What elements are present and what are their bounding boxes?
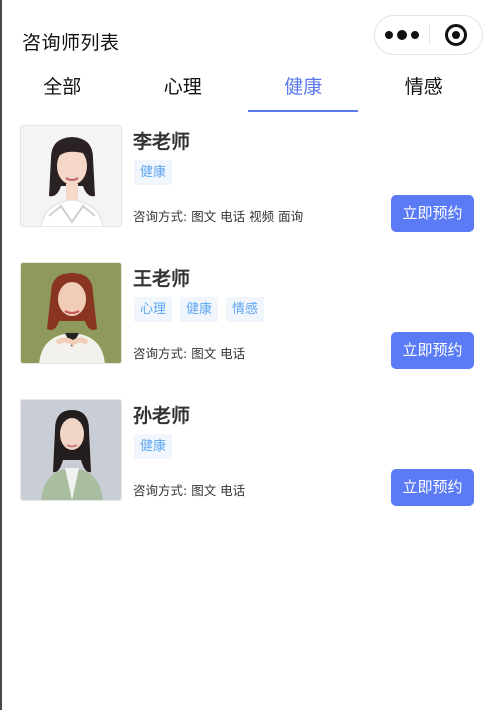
book-now-button[interactable]: 立即预约 (391, 469, 474, 506)
page-title: 咨询师列表 (22, 32, 120, 54)
tab-health[interactable]: 健康 (243, 66, 364, 112)
counselor-tags: 健康 (134, 434, 173, 459)
consult-method-value: 图文 电话 视频 面询 (191, 209, 304, 224)
consult-method: 咨询方式: 图文 电话 (133, 343, 245, 362)
book-now-button[interactable]: 立即预约 (391, 195, 474, 232)
consult-method-value: 图文 电话 (191, 483, 246, 498)
counselor-photo (20, 399, 122, 501)
nav-bar: 咨询师列表 (2, 0, 484, 66)
mini-program-capsule (374, 15, 483, 55)
target-close-icon[interactable] (430, 16, 482, 54)
counselor-tag: 情感 (226, 297, 265, 322)
counselor-photo (20, 262, 122, 364)
consult-method-label: 咨询方式: (133, 346, 188, 361)
counselor-name: 李老师 (133, 131, 191, 153)
consult-method: 咨询方式: 图文 电话 (133, 480, 245, 499)
consult-method-value: 图文 电话 (191, 346, 246, 361)
counselor-tag: 健康 (134, 434, 173, 459)
tab-all[interactable]: 全部 (2, 66, 123, 112)
consult-method: 咨询方式: 图文 电话 视频 面询 (133, 206, 303, 225)
counselor-tag: 心理 (134, 297, 173, 322)
counselor-tag: 健康 (180, 297, 219, 322)
counselor-tags: 心理 健康 情感 (134, 297, 265, 322)
counselor-tags: 健康 (134, 160, 173, 185)
counselor-photo (20, 125, 122, 227)
counselor-tag: 健康 (134, 160, 173, 185)
tab-psychology[interactable]: 心理 (123, 66, 244, 112)
book-now-button[interactable]: 立即预约 (391, 332, 474, 369)
counselor-list: 李老师 健康 咨询方式: 图文 电话 视频 面询 立即预约 王老师 心理 健康 … (2, 112, 484, 536)
consult-method-label: 咨询方式: (133, 483, 188, 498)
counselor-card[interactable]: 王老师 心理 健康 情感 咨询方式: 图文 电话 立即预约 (2, 262, 484, 399)
counselor-card[interactable]: 李老师 健康 咨询方式: 图文 电话 视频 面询 立即预约 (2, 125, 484, 262)
more-dots-icon[interactable] (375, 16, 429, 54)
consult-method-label: 咨询方式: (133, 209, 188, 224)
counselor-name: 孙老师 (133, 405, 191, 427)
category-tabs: 全部 心理 健康 情感 (2, 66, 484, 112)
counselor-card[interactable]: 孙老师 健康 咨询方式: 图文 电话 立即预约 (2, 399, 484, 536)
counselor-name: 王老师 (133, 268, 191, 290)
tab-emotion[interactable]: 情感 (364, 66, 484, 112)
